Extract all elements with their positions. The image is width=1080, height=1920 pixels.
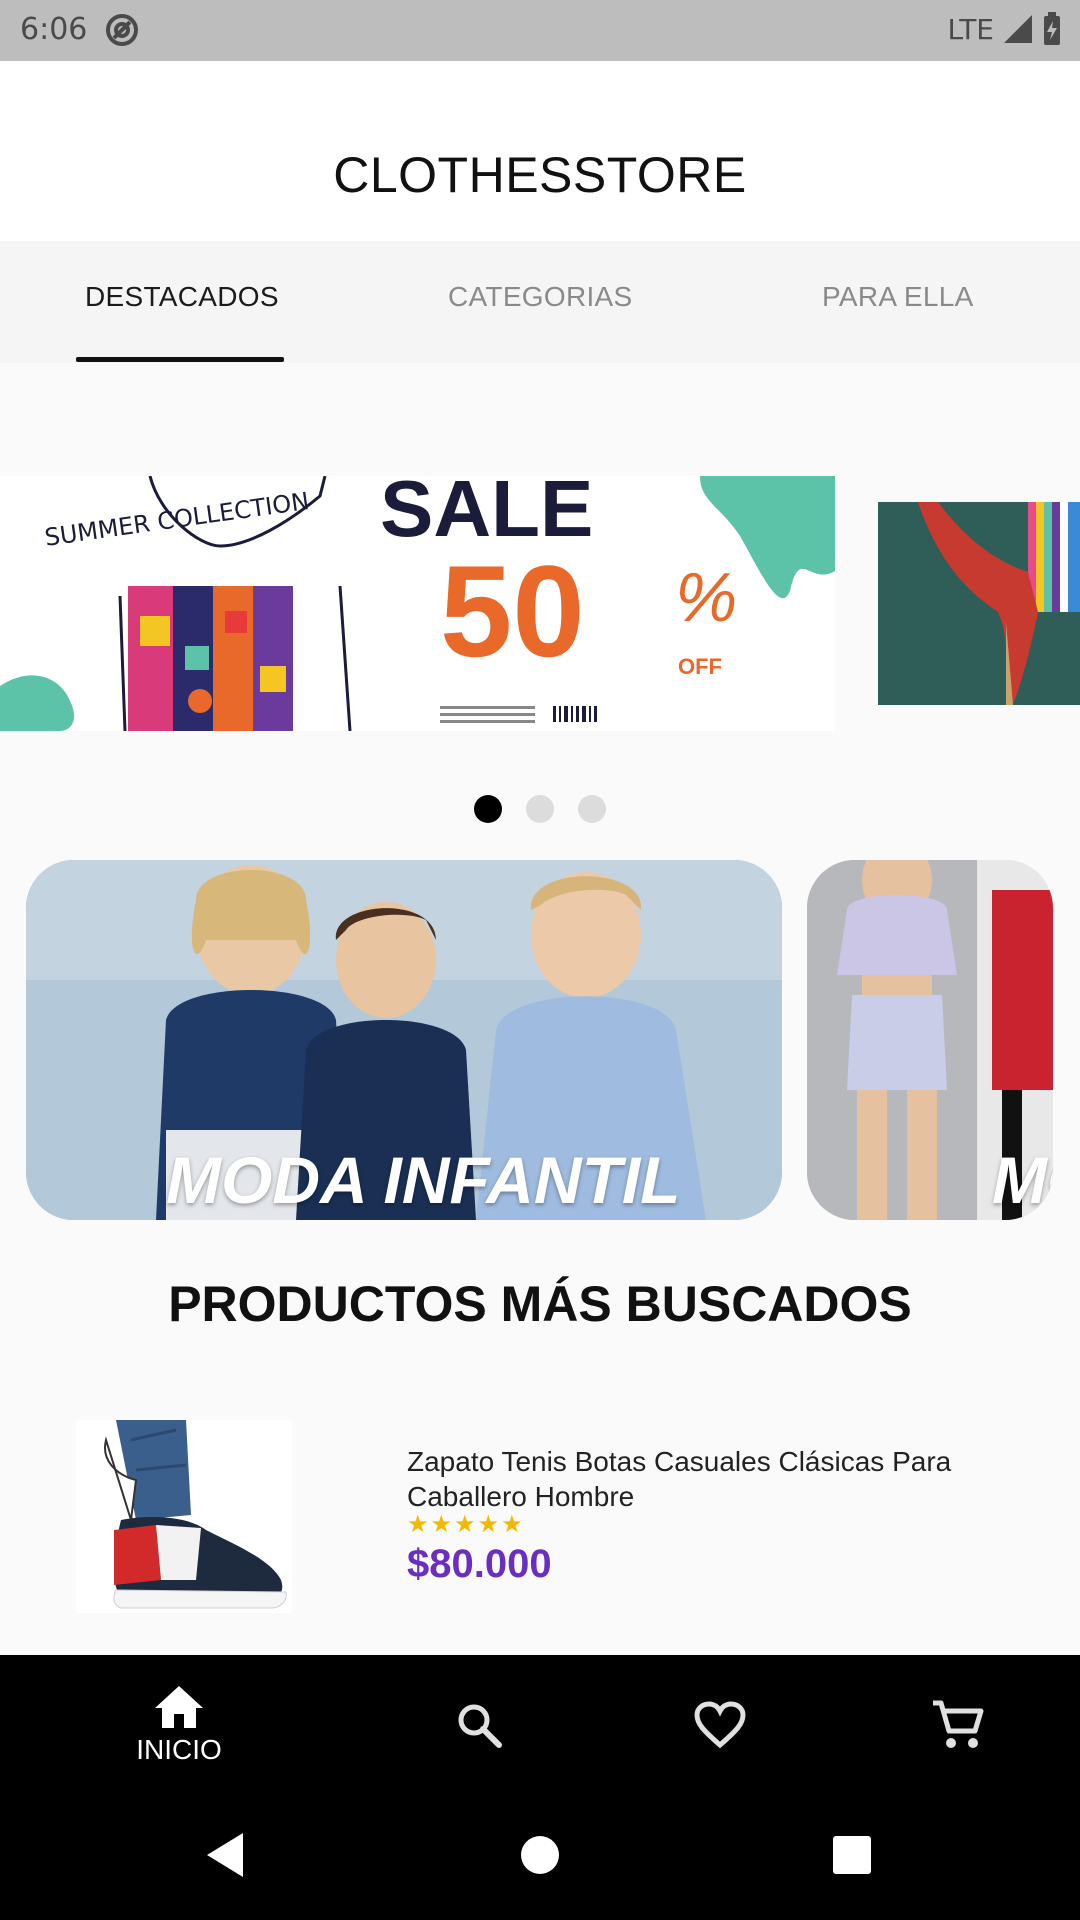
app-bar: CLOTHESSTORE [0,61,1080,241]
battery-charging-icon [1044,12,1060,45]
product-price: $80.000 [407,1542,552,1586]
tab-destacados[interactable]: DESTACADOS [85,281,279,313]
tab-categorias[interactable]: CATEGORIAS [448,281,633,313]
recents-icon [833,1836,871,1874]
nav-search[interactable] [379,1655,579,1795]
home-system-button[interactable] [510,1825,570,1885]
banner-sale-art: SUMMER COLLECTION SALE 50 % OFF [0,476,835,731]
banner-percent: 50 [440,538,585,684]
tab-para-ella[interactable]: PARA ELLA [822,281,974,313]
banner-off: OFF [678,654,722,679]
category-card-moda-mujer[interactable]: MO [807,860,1053,1220]
back-button[interactable] [195,1825,255,1885]
back-icon [207,1833,243,1877]
nav-label-inicio: INICIO [136,1734,222,1765]
cart-icon [933,1700,984,1748]
heart-icon [694,1701,746,1749]
status-time: 6:06 [20,12,88,47]
status-bar: 6:06 LTE [0,0,1080,61]
carousel-dot[interactable] [578,795,606,823]
tab-bar: DESTACADOS CATEGORIAS PARA ELLA [0,241,1080,363]
system-nav-bar [0,1795,1080,1920]
nav-cart[interactable] [858,1655,1058,1795]
section-title: PRODUCTOS MÁS BUSCADOS [168,1276,912,1332]
tab-indicator [76,357,284,362]
recents-button[interactable] [822,1825,882,1885]
nav-inicio[interactable]: INICIO [79,1655,279,1795]
carousel-dot[interactable] [474,795,502,823]
banner-sale[interactable]: SUMMER COLLECTION SALE 50 % OFF [0,476,835,731]
status-icons: LTE [947,12,1062,46]
app-title: CLOTHESSTORE [333,147,747,203]
search-icon [458,1704,502,1748]
home-circle-icon [521,1836,559,1874]
product-name[interactable]: Zapato Tenis Botas Casuales Clásicas Par… [407,1444,967,1514]
sneaker-image [76,1420,292,1613]
network-type: LTE [947,12,994,46]
banner-shoes-art [878,502,1080,705]
category-label: MODA INFANTIL [166,1143,681,1217]
carousel-dot[interactable] [526,795,554,823]
nav-favorites[interactable] [620,1655,820,1795]
category-card-moda-infantil[interactable]: MODA INFANTIL [26,860,782,1220]
banner-shoes[interactable] [878,502,1080,705]
banner-badge: SUMMER COLLECTION [43,487,311,552]
product-image[interactable] [76,1420,292,1613]
bottom-nav: INICIO [0,1655,1080,1795]
rating-stars-icon: ★★★★★ [407,1511,525,1538]
at-sign-icon [106,14,138,46]
category-label: MO [992,1143,1053,1217]
signal-icon [1004,15,1032,43]
home-icon [155,1686,203,1728]
banner-percent-sign: % [675,558,737,636]
carousel-dots [0,795,1080,823]
